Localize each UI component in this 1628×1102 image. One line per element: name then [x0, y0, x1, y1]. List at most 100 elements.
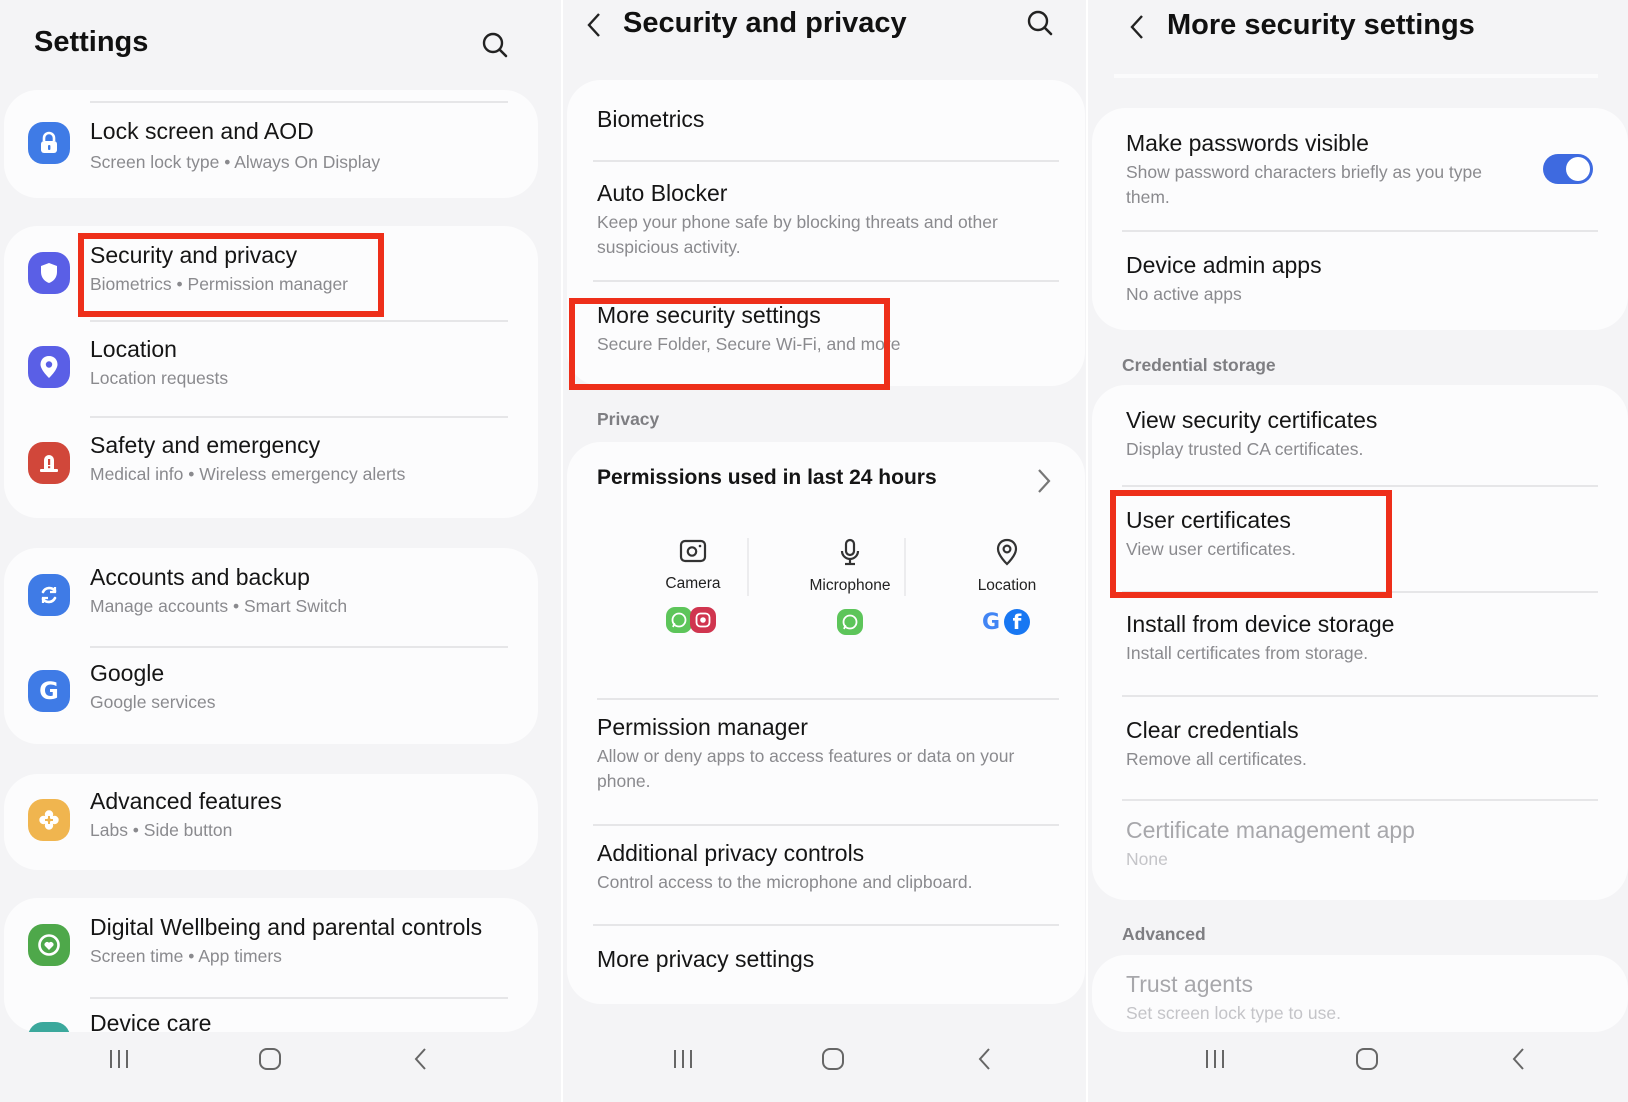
- item-subtitle: Manage accounts • Smart Switch: [90, 596, 348, 616]
- item-title: Install from device storage: [1126, 611, 1395, 637]
- item-subtitle: Biometrics • Permission manager: [90, 274, 349, 294]
- divider: [904, 538, 906, 596]
- item-subtitle: Keep your phone safe by blocking threats…: [597, 212, 998, 232]
- settings-item-accounts-backup[interactable]: Accounts and backup Manage accounts • Sm…: [4, 548, 538, 644]
- settings-item-advanced-features[interactable]: Advanced features Labs • Side button: [4, 774, 538, 870]
- item-subtitle: None: [1126, 849, 1168, 869]
- section-header-credential-storage: Credential storage: [1122, 355, 1276, 375]
- chevron-right-icon: [1038, 469, 1051, 493]
- security-item-biometrics[interactable]: Biometrics: [567, 80, 1085, 160]
- home-icon: [822, 1048, 844, 1070]
- settings-item-google[interactable]: G Google Google services: [4, 648, 538, 742]
- settings-item-install-from-device-storage[interactable]: Install from device storage Install cert…: [1092, 593, 1628, 695]
- whatsapp-icon: [837, 609, 863, 635]
- settings-item-view-security-certificates[interactable]: View security certificates Display trust…: [1092, 385, 1628, 485]
- settings-item-user-certificates[interactable]: User certificates View user certificates…: [1092, 487, 1628, 591]
- item-title: Device admin apps: [1126, 252, 1322, 278]
- search-icon: [482, 32, 508, 58]
- location-pin-icon: [996, 538, 1018, 566]
- toggle-knob: [1566, 157, 1590, 181]
- divider: [90, 101, 508, 103]
- back-button[interactable]: [965, 1044, 1005, 1074]
- divider: [1114, 74, 1598, 78]
- settings-item-make-passwords-visible[interactable]: Make passwords visible Show password cha…: [1092, 108, 1628, 228]
- home-button[interactable]: [1347, 1044, 1387, 1074]
- privacy-item-more-privacy-settings[interactable]: More privacy settings: [567, 926, 1085, 1002]
- search-icon: [1027, 10, 1053, 36]
- back-button[interactable]: [1499, 1044, 1539, 1074]
- search-button[interactable]: [478, 28, 512, 62]
- settings-item-digital-wellbeing[interactable]: Digital Wellbeing and parental controls …: [4, 898, 538, 994]
- settings-group-1: Make passwords visible Show password cha…: [1092, 108, 1628, 330]
- recent-apps-icon: [1206, 1050, 1224, 1068]
- item-subtitle: suspicious activity.: [597, 237, 741, 257]
- item-subtitle: Screen lock type • Always On Display: [90, 152, 381, 172]
- item-title: Auto Blocker: [597, 180, 728, 206]
- security-item-auto-blocker[interactable]: Auto Blocker Keep your phone safe by blo…: [567, 162, 1085, 280]
- settings-group-1: Lock screen and AOD Screen lock type • A…: [4, 90, 538, 198]
- item-title: More security settings: [597, 302, 821, 328]
- security-group: Biometrics Auto Blocker Keep your phone …: [567, 80, 1085, 386]
- item-title: View security certificates: [1126, 407, 1378, 433]
- item-subtitle: Allow or deny apps to access features or…: [597, 746, 1015, 766]
- settings-item-clear-credentials[interactable]: Clear credentials Remove all certificate…: [1092, 697, 1628, 799]
- back-navigation-button[interactable]: [1120, 10, 1154, 44]
- recent-apps-button[interactable]: [1195, 1044, 1235, 1074]
- settings-group-4: Advanced features Labs • Side button: [4, 774, 538, 870]
- back-button[interactable]: [401, 1044, 441, 1074]
- home-button[interactable]: [250, 1044, 290, 1074]
- item-subtitle: phone.: [597, 771, 651, 791]
- back-icon: [1512, 1048, 1524, 1070]
- item-title: User certificates: [1126, 507, 1291, 533]
- advanced-features-icon: [28, 799, 70, 841]
- settings-item-safety-emergency[interactable]: Safety and emergency Medical info • Wire…: [4, 418, 538, 514]
- recent-apps-icon: [674, 1050, 692, 1068]
- item-title: Permission manager: [597, 714, 808, 740]
- item-title: Security and privacy: [90, 242, 298, 268]
- item-title: Location: [90, 336, 177, 362]
- item-subtitle: Install certificates from storage.: [1126, 643, 1369, 663]
- settings-item-certificate-management-app[interactable]: Certificate management app None: [1092, 801, 1628, 899]
- settings-item-lock-screen[interactable]: Lock screen and AOD Screen lock type • A…: [4, 110, 538, 190]
- settings-item-security-privacy[interactable]: Security and privacy Biometrics • Permis…: [4, 226, 538, 320]
- item-subtitle: View user certificates.: [1126, 539, 1296, 559]
- item-title: Clear credentials: [1126, 717, 1299, 743]
- privacy-item-permission-manager[interactable]: Permission manager Allow or deny apps to…: [567, 700, 1085, 822]
- permissions-used-row[interactable]: Permissions used in last 24 hours: [567, 442, 1085, 522]
- home-button[interactable]: [813, 1044, 853, 1074]
- more-security-settings-screen: More security settings Make passwords vi…: [1088, 0, 1628, 1102]
- item-title: Biometrics: [597, 106, 705, 132]
- privacy-group: Permissions used in last 24 hours Camera…: [567, 442, 1085, 1004]
- make-passwords-visible-toggle[interactable]: [1543, 154, 1593, 184]
- chevron-left-icon: [1130, 15, 1143, 39]
- settings-group-2: Security and privacy Biometrics • Permis…: [4, 226, 538, 518]
- item-subtitle: Secure Folder, Secure Wi-Fi, and more: [597, 334, 901, 354]
- permission-label: Camera: [665, 575, 721, 592]
- microphone-icon: [840, 538, 860, 566]
- item-title: Make passwords visible: [1126, 130, 1369, 156]
- item-subtitle: Remove all certificates.: [1126, 749, 1307, 769]
- settings-item-location[interactable]: Location Location requests: [4, 322, 538, 416]
- wellbeing-icon: [28, 924, 70, 966]
- permission-label: Location: [977, 577, 1037, 594]
- permission-camera[interactable]: Camera: [618, 538, 768, 639]
- camera-icon: [679, 539, 707, 563]
- security-item-more-security-settings[interactable]: More security settings Secure Folder, Se…: [567, 282, 1085, 382]
- item-title: Digital Wellbeing and parental controls: [90, 914, 483, 940]
- home-icon: [1356, 1048, 1378, 1070]
- recent-apps-button[interactable]: [99, 1044, 139, 1074]
- settings-item-device-admin-apps[interactable]: Device admin apps No active apps: [1092, 232, 1628, 328]
- recent-apps-icon: [110, 1050, 128, 1068]
- permission-microphone[interactable]: Microphone: [775, 538, 925, 641]
- shield-icon: [28, 252, 70, 294]
- page-title: More security settings: [1167, 9, 1475, 41]
- permission-location[interactable]: Location G f: [932, 538, 1082, 641]
- search-button[interactable]: [1023, 6, 1057, 40]
- home-icon: [259, 1048, 281, 1070]
- section-header-privacy: Privacy: [597, 409, 660, 429]
- recent-apps-button[interactable]: [663, 1044, 703, 1074]
- item-title: Certificate management app: [1126, 817, 1415, 843]
- privacy-item-additional-controls[interactable]: Additional privacy controls Control acce…: [567, 826, 1085, 922]
- back-navigation-button[interactable]: [577, 8, 611, 42]
- emergency-icon: [28, 442, 70, 484]
